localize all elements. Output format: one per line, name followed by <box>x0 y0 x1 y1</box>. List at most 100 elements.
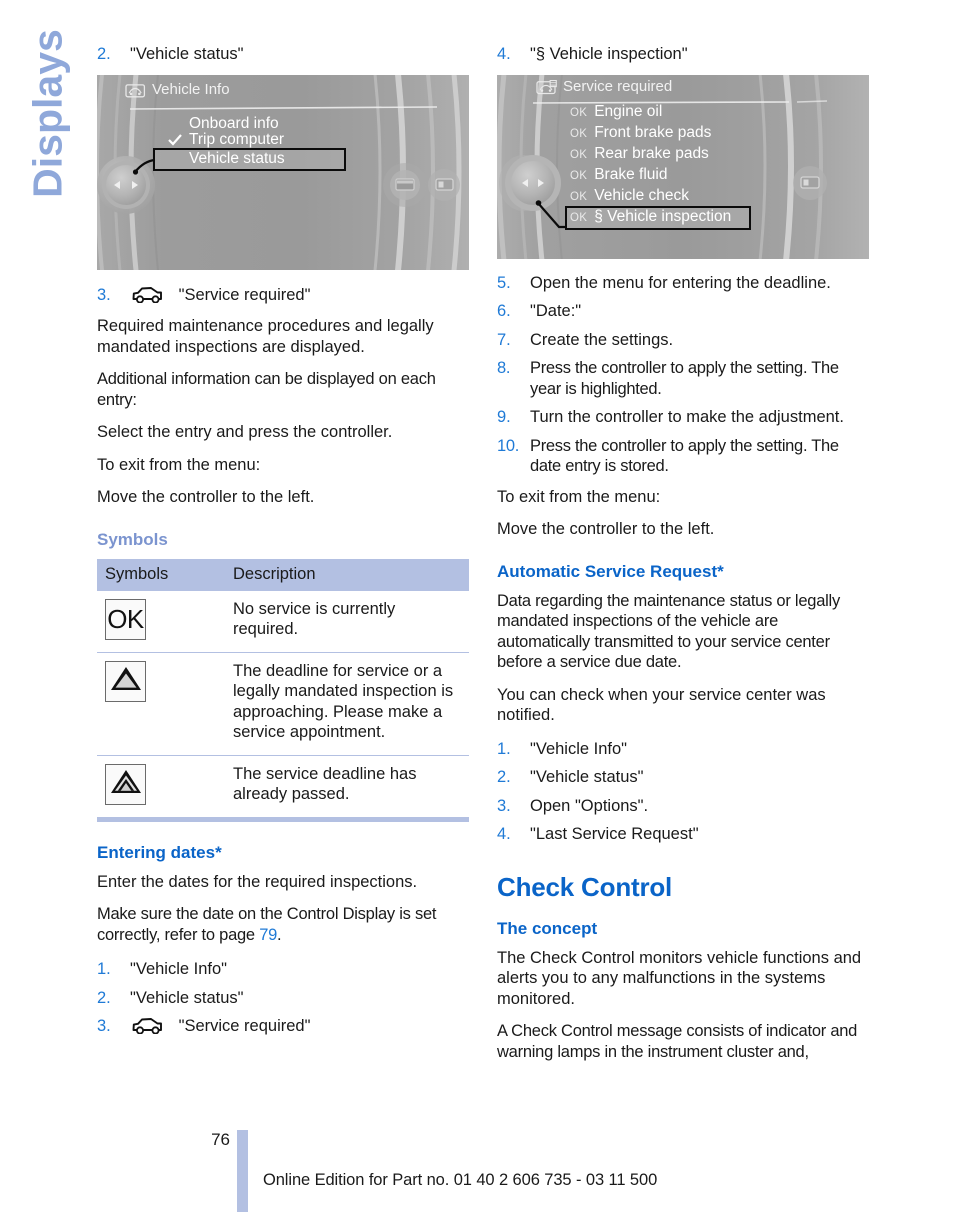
step-number: 3. <box>497 796 511 815</box>
list-item: 2. "Vehicle status" <box>97 988 469 1009</box>
menu-item-label: Front brake pads <box>594 123 712 141</box>
paragraph-enter-dates: Enter the dates for the required inspect… <box>97 872 418 891</box>
paragraph-asr-description: Data regarding the maintenance status or… <box>497 591 840 672</box>
menu-item-label: Engine oil <box>594 102 663 120</box>
step-text: Turn the controller to make the adjustme… <box>530 408 844 426</box>
heading-check-control: Check Control <box>497 871 673 902</box>
paragraph-make-sure-date: Make sure the date on the Control Displa… <box>97 904 469 945</box>
step-number: 4. <box>497 825 511 843</box>
automatic-service-request-steps: 1. "Vehicle Info" 2. "Vehicle status" 3.… <box>497 739 869 845</box>
menu-item-label: § Vehicle inspection <box>594 207 732 225</box>
menu-item-brake-fluid[interactable]: OK Brake fluid <box>570 166 667 184</box>
step-text: "Vehicle status" <box>130 988 244 1007</box>
list-item: 1. "Vehicle Info" <box>97 959 469 980</box>
paragraph-select-entry: Select the entry and press the controlle… <box>97 423 393 441</box>
step-number: 2. <box>497 768 511 786</box>
idrive-background <box>97 74 469 270</box>
step-3: 3. "Service required" <box>97 285 469 309</box>
symbol-cell-double-triangle <box>97 754 225 817</box>
step-text: "§ Vehicle inspection" <box>530 45 688 63</box>
symbol-description: The deadline for service or a legally ma… <box>225 651 469 755</box>
step-number: 2. <box>97 45 111 63</box>
list-item: 10. Press the controller to apply the se… <box>497 436 869 477</box>
table-header-symbols: Symbols <box>97 558 225 591</box>
step-text: Create the settings. <box>530 330 674 349</box>
step-text: "Service required" <box>178 285 311 304</box>
warning-triangle-symbol-box <box>105 660 146 702</box>
step-number: 4. <box>497 45 511 63</box>
menu-item-vehicle-check[interactable]: OK Vehicle check <box>570 187 689 205</box>
step-text: Open "Options". <box>530 796 649 815</box>
paragraph-additional-information: Additional information can be displayed … <box>97 370 436 409</box>
paragraph-move-controller: Move the controller to the left. <box>97 488 315 506</box>
step-text: "Service required" <box>178 1017 311 1035</box>
display-screenshot-vehicle-info: Vehicle Info Onboard info Trip computer … <box>97 74 469 270</box>
menu-item-vehicle-status[interactable]: Vehicle status <box>189 150 285 168</box>
heading-symbols: Symbols <box>97 529 168 549</box>
table-row: OK No service is currently required. <box>97 591 469 653</box>
paragraph-required-maintenance: Required maintenance procedures and lega… <box>97 317 434 356</box>
menu-item-trip-computer[interactable]: Trip computer <box>189 131 284 149</box>
step-text: Open the menu for entering the deadline. <box>530 273 831 292</box>
symbol-description: No service is currently required. <box>233 599 396 639</box>
symbols-table: Symbols Description OK No service is cur… <box>97 558 469 817</box>
manual-page: Displays 2. "Vehicle status" Vehicle Inf… <box>0 0 954 1215</box>
list-item: 6. "Date:" <box>497 301 869 322</box>
step-text: "Last Service Request" <box>530 825 699 843</box>
list-item: 8. Press the controller to apply the set… <box>497 358 869 399</box>
list-item: 4. "Last Service Request" <box>497 824 869 845</box>
paragraph-asr-check: You can check when your service center w… <box>497 685 826 725</box>
step-number: 3. <box>97 285 111 304</box>
paragraph-to-exit: To exit from the menu: <box>497 487 661 506</box>
menu-item-label: Rear brake pads <box>594 144 709 162</box>
list-item: 5. Open the menu for entering the deadli… <box>497 273 869 294</box>
step-number: 1. <box>497 739 511 758</box>
step-number: 10. <box>497 436 520 455</box>
menu-item-rear-brake-pads[interactable]: OK Rear brake pads <box>570 145 709 163</box>
chapter-tab-label: Displays <box>24 29 71 198</box>
ok-status-tag: OK <box>570 211 588 224</box>
step-number: 2. <box>97 988 111 1007</box>
ok-status-tag: OK <box>570 148 588 161</box>
chapter-tab: Displays <box>0 0 95 260</box>
table-row: The service deadline has already passed. <box>97 754 469 817</box>
menu-item-engine-oil[interactable]: OK Engine oil <box>570 103 662 121</box>
symbol-description: The service deadline has already passed. <box>225 754 469 817</box>
step-number: 1. <box>97 960 111 978</box>
footer-edition-text: Online Edition for Part no. 01 40 2 606 … <box>263 1171 658 1189</box>
list-item: 2. "Vehicle status" <box>497 767 869 788</box>
overdue-triangle-symbol-box <box>105 763 146 805</box>
heading-entering-dates: Entering dates* <box>97 842 222 862</box>
step-text: "Vehicle Info" <box>530 739 628 758</box>
display-screenshot-service-required: Service required OK Engine oil OK Front br… <box>497 74 869 259</box>
text-after-ref: . <box>277 925 282 944</box>
entering-dates-steps: 1. "Vehicle Info" 2. "Vehicle status" 3.… <box>97 959 469 1040</box>
ok-symbol-box: OK <box>105 598 146 640</box>
menu-item-vehicle-inspection[interactable]: OK § Vehicle inspection <box>570 208 731 226</box>
triangle-icon <box>110 665 142 698</box>
menu-item-label: Vehicle check <box>594 186 689 204</box>
double-triangle-icon <box>110 768 142 801</box>
page-reference-link[interactable]: 79 <box>259 926 277 944</box>
page-footer: 76 Online Edition for Part no. 01 40 2 6… <box>0 1110 954 1215</box>
step-text: "Vehicle status" <box>130 45 244 63</box>
step-text: "Date:" <box>530 302 582 320</box>
step-2: 2. "Vehicle status" <box>97 44 469 65</box>
ok-status-tag: OK <box>570 127 588 140</box>
table-bottom-rule <box>97 816 469 822</box>
table-header-description: Description <box>225 558 469 591</box>
step-number: 8. <box>497 359 511 377</box>
deadline-entry-steps: 5. Open the menu for entering the deadli… <box>497 273 869 477</box>
menu-item-front-brake-pads[interactable]: OK Front brake pads <box>570 124 711 142</box>
step-text: Press the controller to apply the settin… <box>530 436 839 476</box>
list-item: 9. Turn the controller to make the adjus… <box>497 407 869 428</box>
step-text: "Vehicle status" <box>530 768 644 786</box>
ok-symbol-text: OK <box>107 604 144 634</box>
list-item: 7. Create the settings. <box>497 330 869 351</box>
menu-item-label: Brake fluid <box>594 165 668 183</box>
display-title: Vehicle Info <box>152 80 230 98</box>
footer-accent-bar <box>237 1130 248 1212</box>
step-4: 4. "§ Vehicle inspection" <box>497 44 869 65</box>
step-number: 7. <box>497 330 511 349</box>
symbol-cell-triangle <box>97 651 225 755</box>
